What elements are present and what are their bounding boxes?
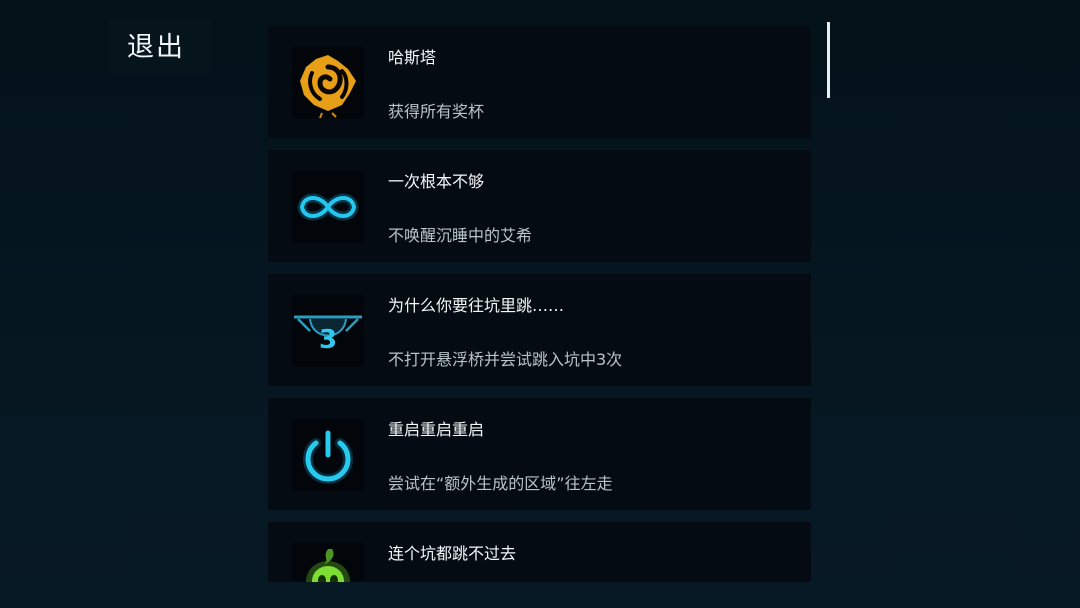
- green-skull-icon: [292, 543, 364, 582]
- achievement-item[interactable]: 一次根本不够 不唤醒沉睡中的艾希: [268, 150, 811, 262]
- achievement-item[interactable]: 3 为什么你要往坑里跳…… 不打开悬浮桥并尝试跳入坑中3次: [268, 274, 811, 386]
- achievement-item[interactable]: 哈斯塔 获得所有奖杯: [268, 26, 811, 138]
- exit-label: 退出: [127, 31, 185, 63]
- infinity-icon: [292, 171, 364, 243]
- achievement-title: 为什么你要往坑里跳……: [388, 296, 565, 315]
- power-icon: [292, 419, 364, 491]
- scrollbar[interactable]: [827, 22, 830, 98]
- achievement-title: 连个坑都跳不过去: [388, 544, 517, 563]
- achievement-description: 不打开悬浮桥并尝试跳入坑中3次: [388, 350, 623, 369]
- achievement-list[interactable]: 哈斯塔 获得所有奖杯 一次根本不够 不唤醒沉睡中的艾希 3 为什么你要往坑里跳……: [268, 26, 811, 582]
- exit-button[interactable]: 退出: [110, 20, 210, 74]
- golden-spiral-icon: [292, 47, 364, 119]
- achievement-description: 尝试在“额外生成的区域”往左走: [388, 474, 613, 493]
- achievement-item[interactable]: 重启重启重启 尝试在“额外生成的区域”往左走: [268, 398, 811, 510]
- achievement-title: 一次根本不够: [388, 172, 485, 191]
- achievement-description: 不唤醒沉睡中的艾希: [388, 226, 533, 245]
- pit-count-badge: 3: [319, 325, 337, 355]
- achievement-description: 获得所有奖杯: [388, 102, 485, 121]
- achievement-title: 重启重启重启: [388, 420, 485, 439]
- pit-three-icon: 3: [292, 295, 364, 367]
- achievement-title: 哈斯塔: [388, 48, 437, 67]
- achievement-item[interactable]: 连个坑都跳不过去: [268, 522, 811, 582]
